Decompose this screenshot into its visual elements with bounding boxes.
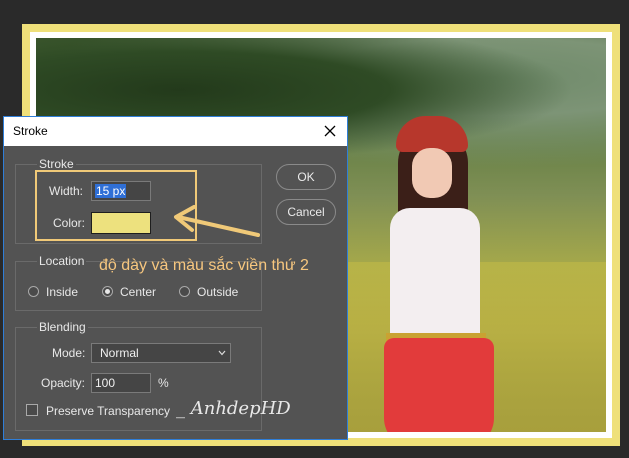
cancel-button[interactable]: Cancel	[276, 199, 336, 225]
mode-label: Mode:	[52, 346, 86, 360]
arrow-left-icon	[174, 205, 260, 237]
inside-label: Inside	[46, 285, 79, 299]
dialog-titlebar: Stroke	[4, 117, 347, 146]
mode-value: Normal	[100, 346, 139, 360]
center-label: Center	[120, 285, 157, 299]
photo-subject	[376, 108, 494, 432]
opacity-input[interactable]: 100	[91, 373, 151, 393]
opacity-label: Opacity:	[41, 376, 86, 390]
inside-radio[interactable]	[28, 286, 39, 297]
stroke-dialog: Stroke Stroke Width: 15 px Color: OK Can…	[3, 116, 348, 440]
ok-button[interactable]: OK	[276, 164, 336, 190]
watermark: _ AnhdepHD	[176, 398, 291, 419]
dialog-title: Stroke	[13, 124, 48, 138]
outside-label: Outside	[197, 285, 239, 299]
outside-radio[interactable]	[179, 286, 190, 297]
opacity-unit: %	[158, 376, 169, 390]
stroke-group-legend: Stroke	[37, 157, 76, 171]
mode-select[interactable]: Normal	[91, 343, 231, 363]
close-icon	[324, 125, 336, 137]
preserve-transparency-checkbox[interactable]	[26, 404, 38, 416]
chevron-down-icon	[218, 350, 226, 356]
center-radio[interactable]	[102, 286, 113, 297]
annotation-text: độ dày và màu sắc viền thứ 2	[99, 257, 309, 274]
opacity-value: 100	[95, 376, 116, 390]
location-group-legend: Location	[37, 254, 87, 268]
blending-group-legend: Blending	[37, 320, 88, 334]
close-button[interactable]	[319, 120, 341, 142]
preserve-transparency-label: Preserve Transparency	[46, 404, 171, 418]
